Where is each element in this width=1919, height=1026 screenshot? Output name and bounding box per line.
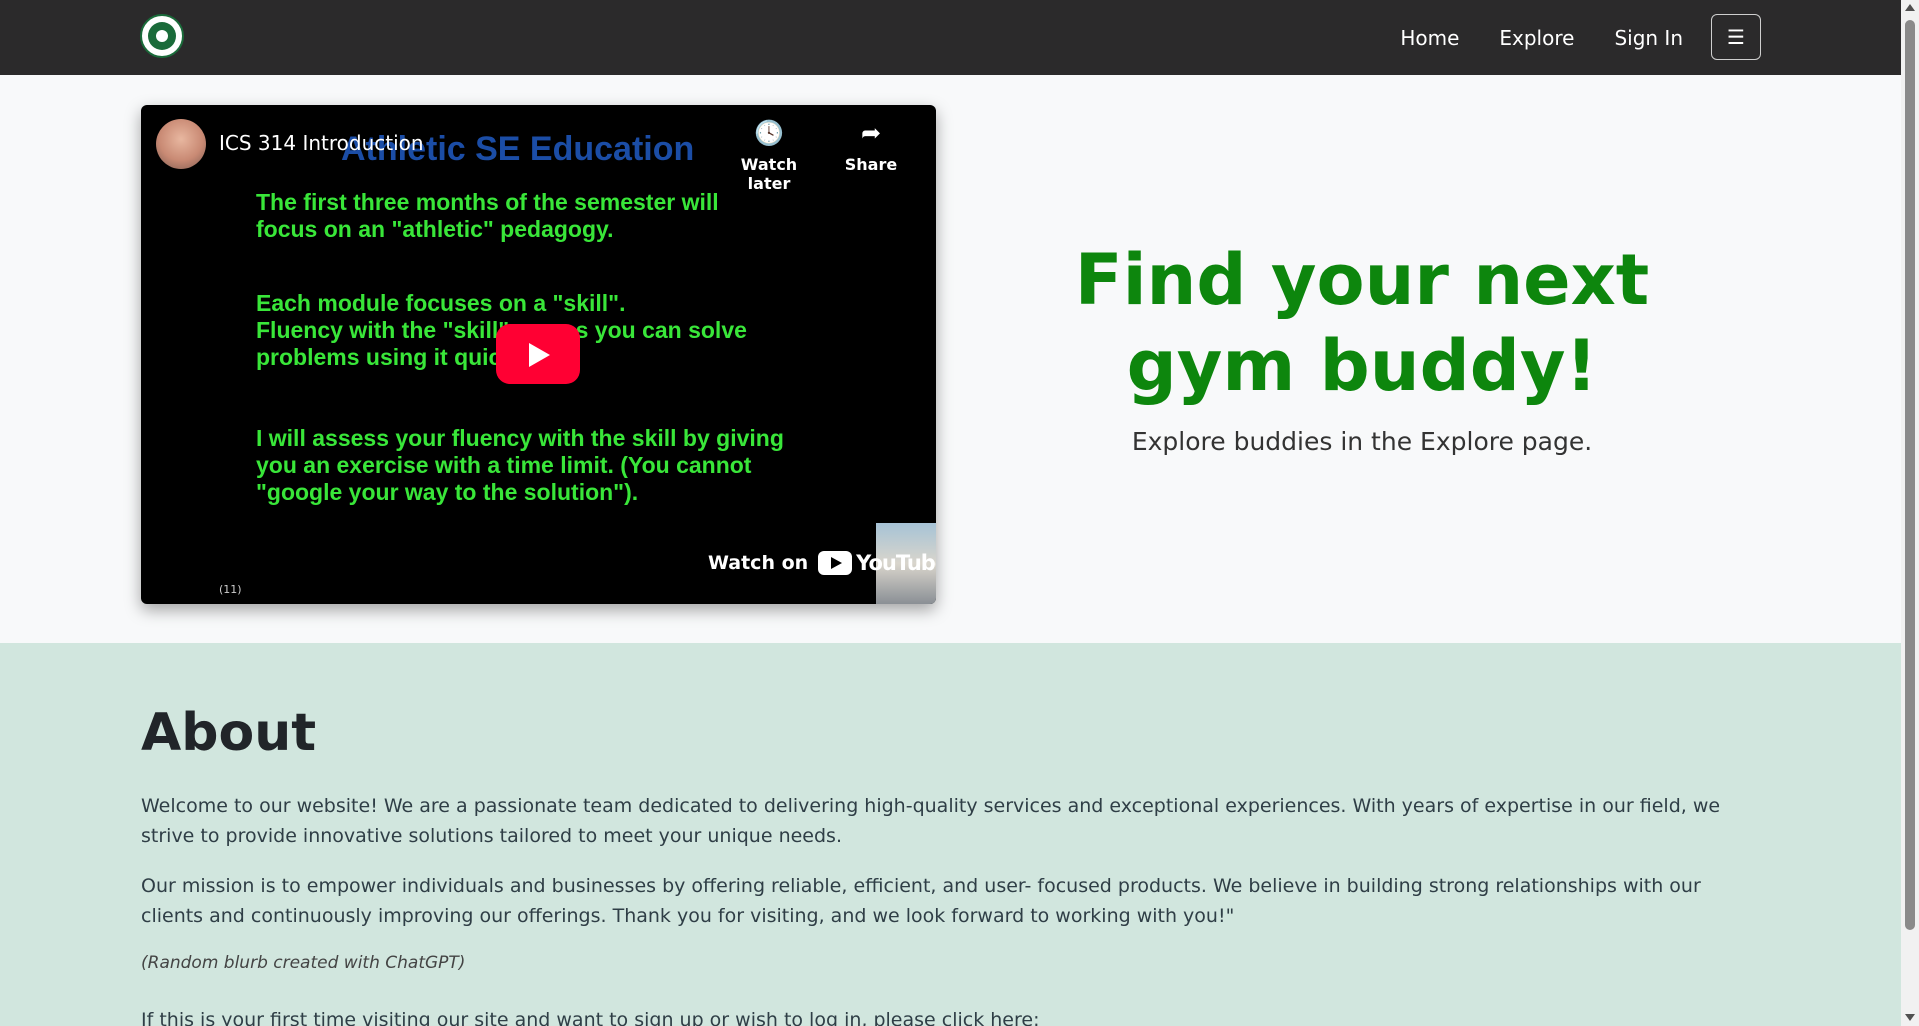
- watch-on-label: Watch on: [708, 552, 809, 574]
- nav-link-sign-in[interactable]: Sign In: [1614, 26, 1683, 50]
- youtube-video-embed[interactable]: Athletic SE Education ICS 314 Introducti…: [141, 105, 936, 604]
- share-label: Share: [844, 155, 898, 174]
- hero-subheading: Explore buddies in the Explore page.: [1131, 427, 1593, 456]
- video-slide-text-3: I will assess your fluency with the skil…: [256, 425, 784, 505]
- nav-links: Home Explore Sign In: [1360, 0, 1683, 75]
- about-paragraph-1: Welcome to our website! We are a passion…: [141, 795, 1721, 847]
- nav-link-explore[interactable]: Explore: [1499, 26, 1574, 50]
- logo-center: [156, 30, 168, 42]
- about-paragraph-2: Our mission is to empower individuals an…: [141, 875, 1701, 927]
- youtube-wordmark: YouTube: [856, 551, 936, 575]
- scrollbar-thumb[interactable]: [1905, 20, 1915, 930]
- site-logo[interactable]: [140, 14, 184, 58]
- nav-link-home[interactable]: Home: [1400, 26, 1459, 50]
- share-icon: ➦: [860, 119, 882, 147]
- navbar: Home Explore Sign In ☰: [0, 0, 1901, 75]
- play-button[interactable]: [496, 324, 580, 384]
- watch-later-label: Watch later: [740, 155, 798, 193]
- about-title: About: [141, 703, 317, 763]
- hero-heading: Find your next gym buddy!: [1074, 239, 1650, 407]
- hero-section: Athletic SE Education ICS 314 Introducti…: [0, 75, 1901, 643]
- slide-counter: (11): [219, 583, 242, 596]
- about-cta-text: If this is your first time visiting our …: [141, 1009, 1040, 1026]
- channel-avatar[interactable]: [156, 119, 206, 169]
- youtube-icon: [818, 551, 853, 575]
- hamburger-icon: ☰: [1727, 25, 1745, 49]
- scroll-up-arrow-icon[interactable]: [1905, 4, 1915, 11]
- about-section: About Welcome to our website! We are a p…: [0, 643, 1901, 1026]
- video-slide-text-1: The first three months of the semester w…: [256, 189, 719, 242]
- hamburger-menu-button[interactable]: ☰: [1711, 14, 1761, 60]
- clock-icon: 🕓: [754, 119, 784, 147]
- share-button[interactable]: ➦ Share: [821, 119, 921, 174]
- logo-emblem: [148, 22, 176, 50]
- scroll-down-arrow-icon[interactable]: [1905, 1014, 1915, 1021]
- about-note: (Random blurb created with ChatGPT): [141, 953, 466, 973]
- vertical-scrollbar[interactable]: [1901, 0, 1919, 1026]
- video-title[interactable]: ICS 314 Introduction: [219, 131, 424, 155]
- watch-on-youtube-link[interactable]: Watch on YouTube: [708, 551, 936, 575]
- watch-later-button[interactable]: 🕓 Watch later: [719, 119, 819, 193]
